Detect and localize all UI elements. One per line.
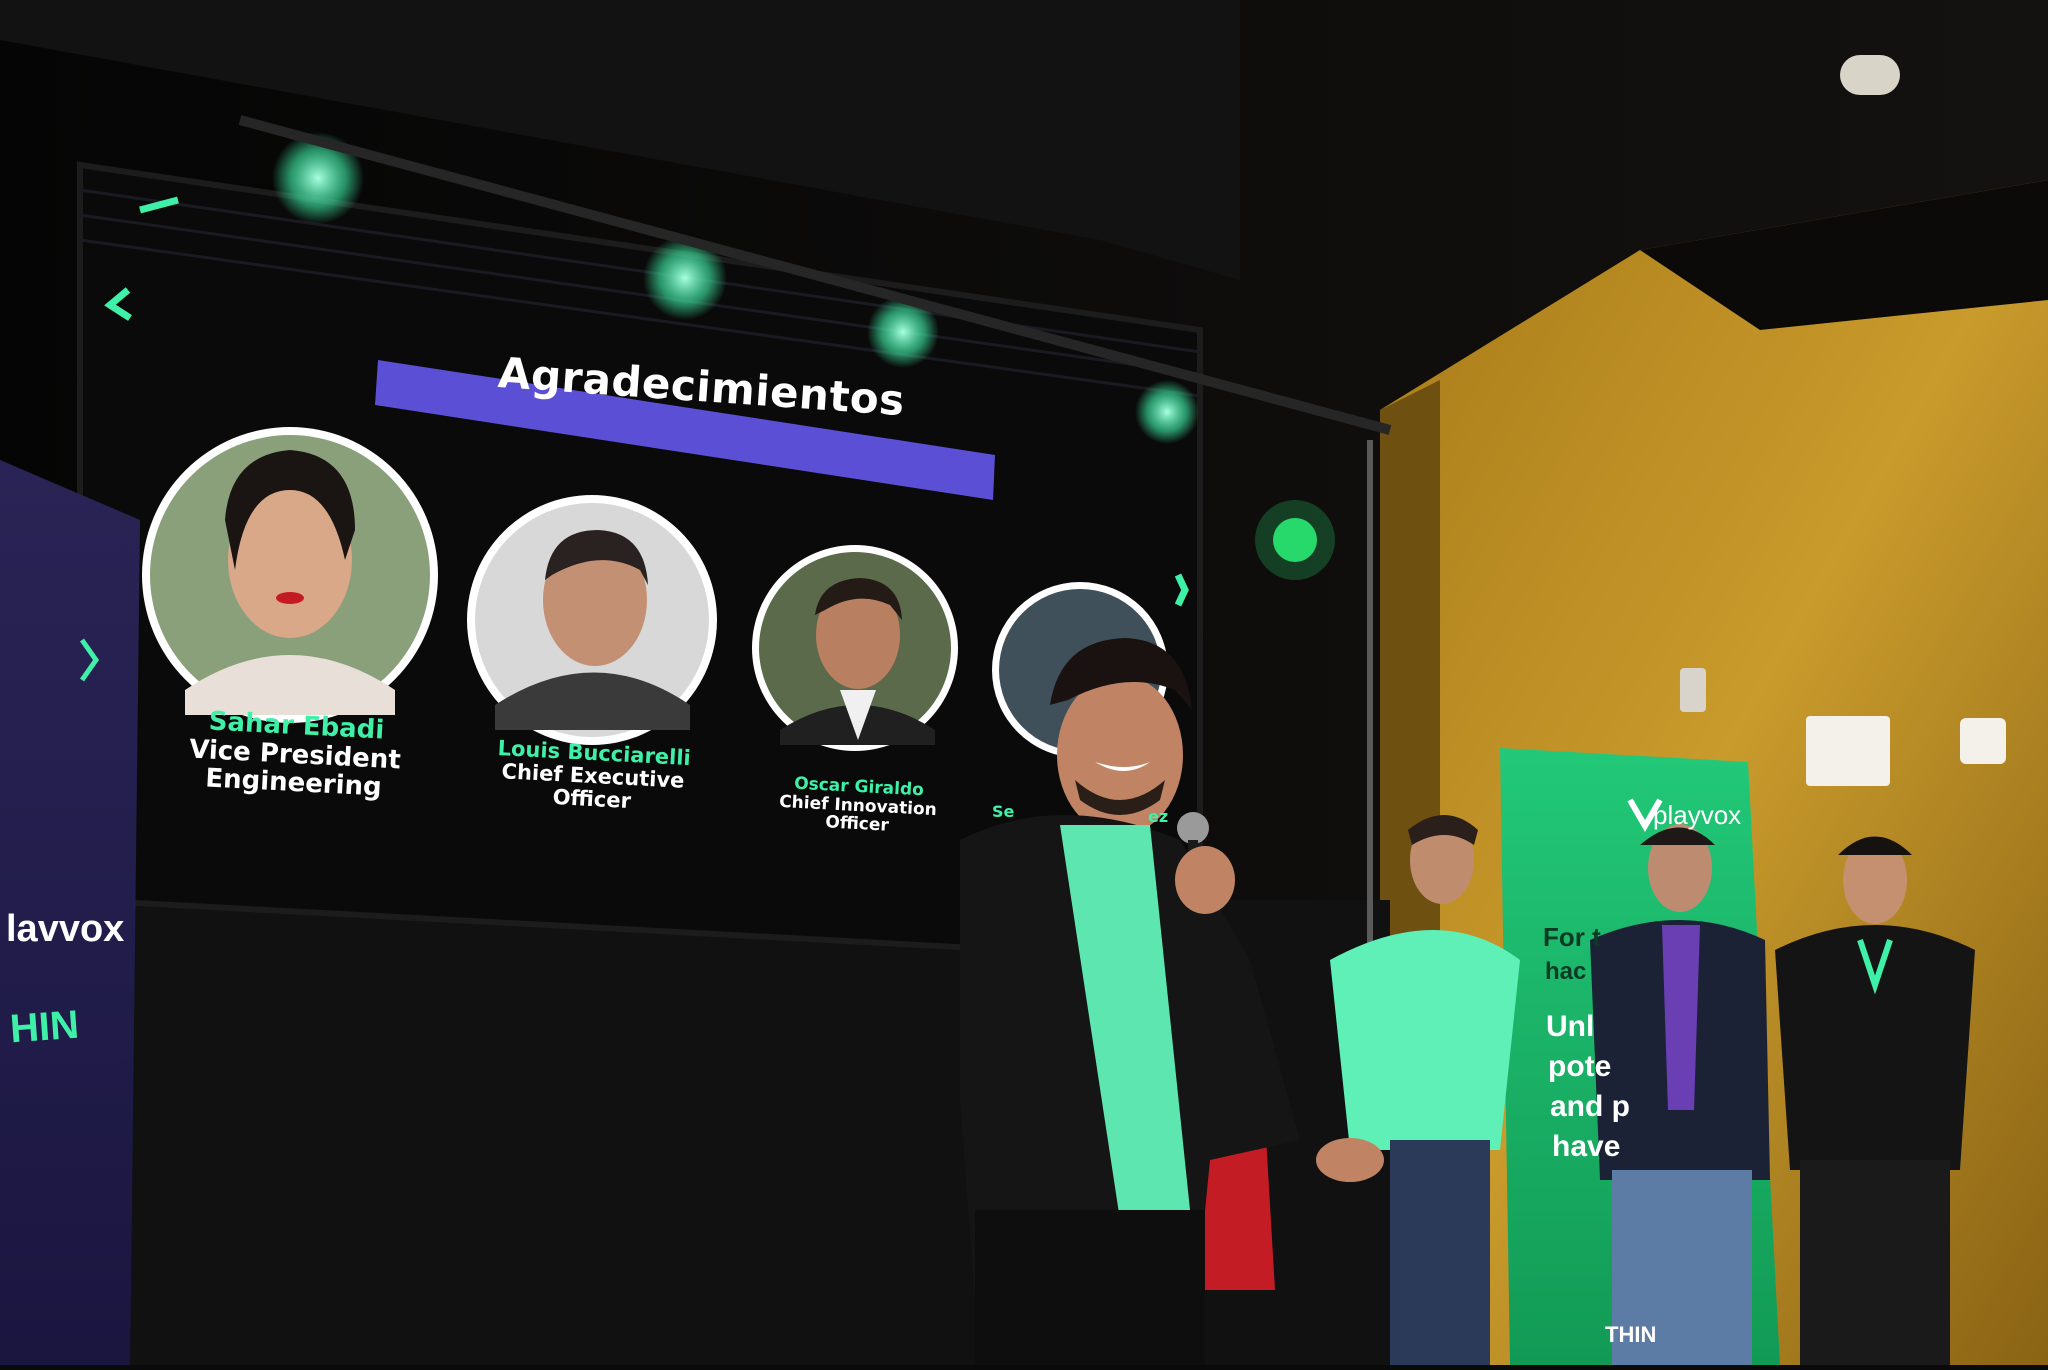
slide-caption-4-tail: ez bbox=[1148, 808, 1168, 826]
person-role-line2: Officer bbox=[552, 785, 632, 814]
right-banner-footer: THIN bbox=[1605, 1322, 1657, 1347]
event-photo: Agradecimientos Sahar Ebadi Vice Preside… bbox=[0, 0, 2048, 1365]
slide-caption-3: Oscar Giraldo Chief Innovation Officer bbox=[757, 773, 960, 839]
person-role-line2: Officer bbox=[824, 812, 890, 836]
left-banner-brand: lavvox bbox=[6, 908, 125, 950]
right-banner-line4: pote bbox=[1548, 1050, 1612, 1083]
person-name-fragment: Se bbox=[992, 802, 1015, 821]
right-banner-line5: and p bbox=[1550, 1090, 1630, 1123]
right-banner-line6: have bbox=[1552, 1130, 1621, 1163]
right-banner-line3: Unl bbox=[1546, 1010, 1595, 1043]
right-banner-brand: playvox bbox=[1653, 800, 1742, 830]
slide-caption-1: Sahar Ebadi Vice President Engineering bbox=[178, 706, 412, 804]
person-name-tail: ez bbox=[1148, 807, 1169, 826]
left-banner-event: HIN bbox=[8, 1002, 81, 1052]
slide-caption-4-partial: Se bbox=[992, 803, 1014, 821]
slide-caption-2: Louis Bucciarelli Chief Executive Office… bbox=[476, 736, 709, 817]
photo-backdrop bbox=[0, 0, 2048, 1365]
right-banner-line2: hac bbox=[1545, 958, 1587, 985]
right-banner-line1: For t bbox=[1543, 922, 1601, 952]
